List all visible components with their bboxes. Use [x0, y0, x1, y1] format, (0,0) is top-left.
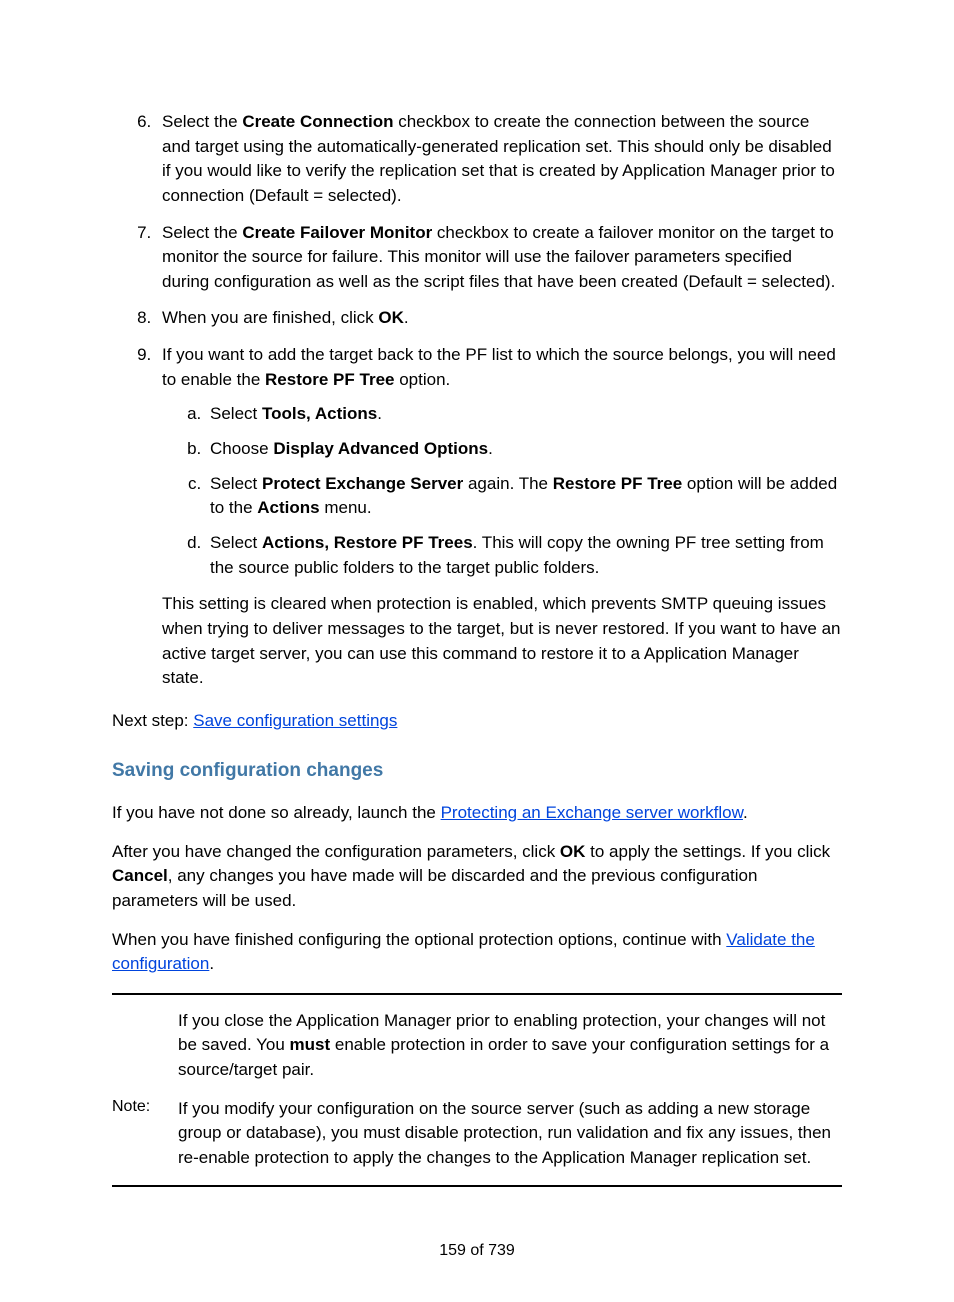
next-step-line: Next step: Save configuration settings: [112, 709, 842, 734]
step-8-bold: OK: [378, 308, 404, 327]
para1-text-b: .: [743, 803, 748, 822]
para2-t1: After you have changed the configuration…: [112, 842, 560, 861]
para3-t1: When you have finished configuring the o…: [112, 930, 726, 949]
substep-c-t2: again. The: [463, 474, 552, 493]
substep-c-t4: menu.: [320, 498, 372, 517]
substep-c: Select Protect Exchange Server again. Th…: [206, 472, 842, 521]
note-para-1: If you close the Application Manager pri…: [178, 1009, 842, 1083]
substep-a-text2: .: [377, 404, 382, 423]
substep-d-b1: Actions, Restore PF Trees: [262, 533, 473, 552]
para3-t2: .: [209, 954, 214, 973]
substep-d-t1: Select: [210, 533, 262, 552]
step-6-text-a: Select the: [162, 112, 242, 131]
para2-ok: OK: [560, 842, 586, 861]
step-6-bold: Create Connection: [242, 112, 393, 131]
substep-b: Choose Display Advanced Options.: [206, 437, 842, 462]
substep-a: Select Tools, Actions.: [206, 402, 842, 427]
section-heading-saving-config: Saving configuration changes: [112, 757, 842, 785]
step-9-followup: This setting is cleared when protection …: [162, 592, 842, 691]
substep-c-t1: Select: [210, 474, 262, 493]
substep-a-bold: Tools, Actions: [262, 404, 377, 423]
next-step-label: Next step:: [112, 711, 193, 730]
note-box: Note: If you close the Application Manag…: [112, 993, 842, 1187]
step-8: When you are finished, click OK.: [156, 306, 842, 331]
protecting-exchange-workflow-link[interactable]: Protecting an Exchange server workflow: [441, 803, 743, 822]
step-8-text-b: .: [404, 308, 409, 327]
sub-steps-list: Select Tools, Actions. Choose Display Ad…: [162, 402, 842, 580]
step-7-bold: Create Failover Monitor: [242, 223, 432, 242]
para-validate: When you have finished configuring the o…: [112, 928, 842, 977]
substep-a-text: Select: [210, 404, 262, 423]
step-7: Select the Create Failover Monitor check…: [156, 221, 842, 295]
ordered-steps-list: Select the Create Connection checkbox to…: [112, 110, 842, 691]
step-9: If you want to add the target back to th…: [156, 343, 842, 691]
para1-text-a: If you have not done so already, launch …: [112, 803, 441, 822]
substep-c-b1: Protect Exchange Server: [262, 474, 463, 493]
substep-d: Select Actions, Restore PF Trees. This w…: [206, 531, 842, 580]
step-9-text-a: If you want to add the target back to th…: [162, 345, 836, 389]
substep-b-text: Choose: [210, 439, 273, 458]
substep-b-bold: Display Advanced Options: [273, 439, 488, 458]
note-content: If you close the Application Manager pri…: [178, 1009, 842, 1171]
step-9-bold: Restore PF Tree: [265, 370, 394, 389]
substep-b-text2: .: [488, 439, 493, 458]
note-p1-must: must: [290, 1035, 331, 1054]
save-config-settings-link[interactable]: Save configuration settings: [193, 711, 397, 730]
page-number: 159 of 739: [112, 1239, 842, 1262]
para-launch-workflow: If you have not done so already, launch …: [112, 801, 842, 826]
substep-c-b2: Restore PF Tree: [553, 474, 682, 493]
para2-t3: , any changes you have made will be disc…: [112, 866, 757, 910]
para2-cancel: Cancel: [112, 866, 168, 885]
step-6: Select the Create Connection checkbox to…: [156, 110, 842, 209]
step-7-text-a: Select the: [162, 223, 242, 242]
note-label: Note:: [112, 1009, 178, 1118]
para2-t2: to apply the settings. If you click: [585, 842, 830, 861]
para-ok-cancel: After you have changed the configuration…: [112, 840, 842, 914]
step-9-text-b: option.: [394, 370, 450, 389]
note-para-2: If you modify your configuration on the …: [178, 1097, 842, 1171]
step-8-text-a: When you are finished, click: [162, 308, 378, 327]
substep-c-b3: Actions: [257, 498, 319, 517]
